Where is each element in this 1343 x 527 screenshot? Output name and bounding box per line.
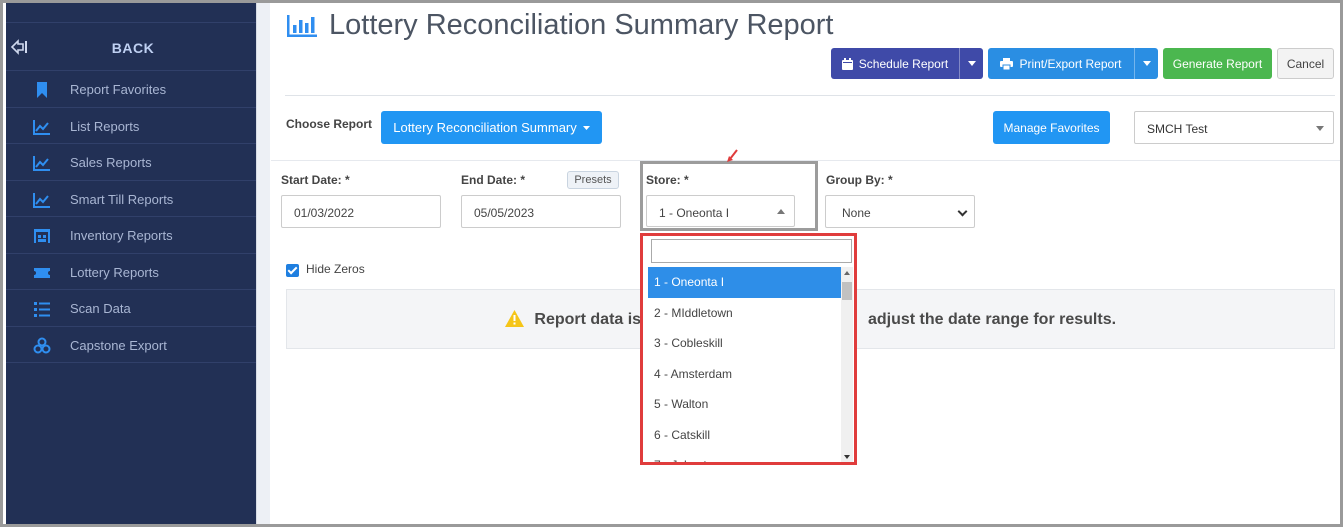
store-search-input[interactable] <box>651 239 852 263</box>
start-date-input[interactable]: 01/03/2022 <box>281 195 441 228</box>
sidebar-item-label: Inventory Reports <box>70 228 173 243</box>
caret-up-icon <box>777 209 785 214</box>
line-chart-icon <box>33 119 50 135</box>
cubes-icon <box>33 337 51 353</box>
sidebar-item-label: Capstone Export <box>70 337 167 353</box>
printer-icon <box>1000 57 1014 70</box>
store-option[interactable]: 4 - Amsterdam <box>648 359 842 390</box>
chevron-down-icon <box>957 206 968 217</box>
print-export-label: Print/Export Report <box>1019 56 1122 71</box>
scroll-up-icon[interactable] <box>844 271 850 275</box>
end-date-value: 05/05/2023 <box>474 206 535 220</box>
alert-text-right: adjust the date range for results. <box>867 311 1117 328</box>
store-option[interactable]: 6 - Catskill <box>648 420 842 451</box>
store-option[interactable]: 1 - Oneonta I <box>648 267 842 298</box>
schedule-report-button[interactable]: Schedule Report <box>831 48 983 79</box>
scrollbar-thumb[interactable] <box>842 282 852 300</box>
generate-report-button[interactable]: Generate Report <box>1163 48 1272 79</box>
bookmark-icon <box>37 82 47 98</box>
inventory-icon <box>34 229 50 243</box>
end-date-input[interactable]: 05/05/2023 <box>461 195 621 228</box>
sidebar-item-report-favorites[interactable]: Report Favorites <box>6 71 256 108</box>
caret-down-icon <box>967 61 976 66</box>
print-dropdown-toggle[interactable] <box>1134 48 1158 79</box>
selected-report-label: Lottery Reconciliation Summary <box>393 120 577 135</box>
bar-chart-icon <box>287 15 317 37</box>
alert-text-left: Report data is <box>534 311 642 328</box>
sidebar-edge <box>256 3 270 524</box>
sidebar-item-scan-data[interactable]: Scan Data <box>6 290 256 327</box>
store-option[interactable]: 5 - Walton <box>648 389 842 420</box>
sidebar-item-smart-till-reports[interactable]: Smart Till Reports <box>6 181 256 217</box>
line-chart-icon <box>33 156 50 171</box>
start-date-value: 01/03/2022 <box>294 206 355 220</box>
sidebar-item-lottery-reports[interactable]: Lottery Reports <box>6 254 256 290</box>
caret-down-icon <box>582 125 590 130</box>
page-title: Lottery Reconciliation Summary Report <box>329 9 834 41</box>
caret-down-icon <box>1142 61 1151 66</box>
hide-zeros-label: Hide Zeros <box>306 262 365 276</box>
line-chart-icon <box>33 192 50 208</box>
back-label: BACK <box>111 40 155 56</box>
store-select[interactable]: 1 - Oneonta I <box>646 195 795 227</box>
cancel-button[interactable]: Cancel <box>1277 48 1334 79</box>
sidebar-item-capstone-export[interactable]: Capstone Export <box>6 327 256 363</box>
store-value: 1 - Oneonta I <box>659 206 730 220</box>
scroll-down-icon[interactable] <box>844 455 850 459</box>
hide-zeros-checkbox[interactable] <box>286 264 299 277</box>
list-icon <box>34 302 50 317</box>
store-option[interactable]: 3 - Cobleskill <box>648 328 842 359</box>
calendar-icon <box>841 57 853 70</box>
caret-down-icon <box>1316 126 1324 131</box>
choose-report-label: Choose Report <box>286 117 373 131</box>
sidebar-top-strip <box>6 3 256 23</box>
location-value: SMCH Test <box>1147 122 1208 136</box>
store-options-list: 1 - Oneonta I 2 - MIddletown 3 - Coblesk… <box>648 267 842 462</box>
warning-icon <box>504 310 524 327</box>
back-button[interactable]: BACK <box>6 23 256 71</box>
sidebar-item-label: Smart Till Reports <box>70 191 174 207</box>
store-option[interactable]: 2 - MIddletown <box>648 298 842 329</box>
sidebar-item-label: List Reports <box>70 118 140 134</box>
store-label: Store: * <box>646 173 689 187</box>
sidebar-item-list-reports[interactable]: List Reports <box>6 108 256 144</box>
group-by-label: Group By: * <box>826 173 893 187</box>
sidebar: BACK Report Favorites List Reports Sales… <box>6 3 256 524</box>
location-select[interactable]: SMCH Test <box>1134 111 1334 144</box>
presets-button[interactable]: Presets <box>567 171 619 189</box>
sidebar-item-label: Sales Reports <box>70 155 152 170</box>
store-option[interactable]: 7 - Johnstown <box>648 450 842 462</box>
end-date-label: End Date: * <box>461 173 526 187</box>
start-date-label: Start Date: * <box>281 173 350 187</box>
sidebar-item-label: Scan Data <box>70 301 131 316</box>
sidebar-item-sales-reports[interactable]: Sales Reports <box>6 144 256 181</box>
manage-favorites-button[interactable]: Manage Favorites <box>993 111 1110 144</box>
schedule-dropdown-toggle[interactable] <box>959 48 983 79</box>
sidebar-item-inventory-reports[interactable]: Inventory Reports <box>6 217 256 254</box>
app-window: BACK Report Favorites List Reports Sales… <box>0 0 1343 527</box>
choose-report-dropdown[interactable]: Lottery Reconciliation Summary <box>381 111 602 144</box>
sidebar-item-label: Lottery Reports <box>70 264 159 280</box>
group-by-value: None <box>842 206 871 220</box>
schedule-report-label: Schedule Report <box>858 56 949 71</box>
dropdown-scrollbar[interactable] <box>841 267 853 462</box>
ticket-icon <box>34 267 50 278</box>
annotation-arrow-icon <box>727 149 738 162</box>
divider <box>285 95 1335 96</box>
sidebar-item-label: Report Favorites <box>70 82 167 97</box>
print-export-report-button[interactable]: Print/Export Report <box>988 48 1158 79</box>
store-dropdown: 1 - Oneonta I 2 - MIddletown 3 - Coblesk… <box>640 233 857 465</box>
main-content: Lottery Reconciliation Summary Report Sc… <box>271 3 1340 524</box>
group-by-select[interactable]: None <box>825 195 975 228</box>
